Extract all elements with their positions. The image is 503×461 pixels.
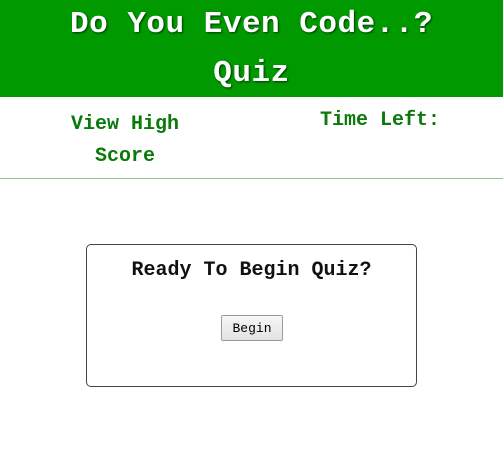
- time-left-label: Time Left:: [319, 109, 441, 132]
- page-header: Do You Even Code..? Quiz: [0, 0, 503, 97]
- view-high-score-label-line-2: Score: [94, 145, 155, 168]
- begin-button[interactable]: Begin: [221, 315, 283, 341]
- page-title-line-2: Quiz: [213, 56, 290, 91]
- view-high-score-link[interactable]: View High Score: [55, 109, 195, 173]
- top-nav-bar: View High Score Time Left:: [0, 97, 503, 179]
- start-quiz-heading: Ready To Begin Quiz?: [131, 259, 372, 282]
- view-high-score-label-line-1: View High: [70, 113, 180, 136]
- page-title-line-1: Do You Even Code..?: [70, 7, 433, 42]
- start-quiz-card: Ready To Begin Quiz? Begin: [86, 244, 417, 387]
